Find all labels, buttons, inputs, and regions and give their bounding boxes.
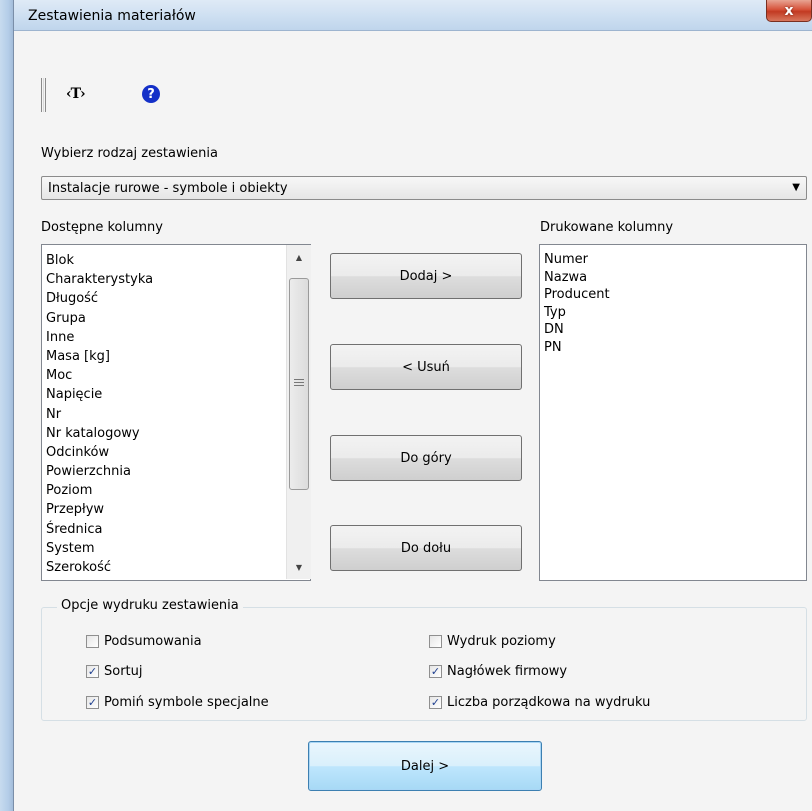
printed-column-item[interactable]: DN [544, 321, 806, 339]
checkbox-icon[interactable]: ✓ [429, 696, 442, 709]
checkbox-icon[interactable]: ✓ [86, 665, 99, 678]
available-column-item[interactable]: Powierzchnia [46, 462, 310, 481]
available-column-item[interactable]: Blok [46, 251, 310, 270]
checkbox-icon[interactable]: ✓ [429, 665, 442, 678]
add-column-button[interactable]: Dodaj > [330, 253, 522, 299]
close-icon: x [784, 2, 794, 19]
help-icon[interactable]: ? [142, 85, 160, 103]
option-row-numbers[interactable]: ✓ Liczba porządkowa na wydruku [429, 695, 650, 710]
printed-column-item[interactable]: Typ [544, 304, 806, 322]
window-frame-left [0, 0, 14, 811]
available-column-item[interactable]: System [46, 539, 310, 558]
option-skip-special-symbols[interactable]: ✓ Pomiń symbole specjalne [86, 695, 269, 710]
available-column-item[interactable]: Grupa [46, 309, 310, 328]
thumb-grip-line [294, 382, 304, 383]
next-button[interactable]: Dalej > [308, 741, 542, 791]
available-column-item[interactable]: Masa [kg] [46, 347, 310, 366]
available-list-scrollbar[interactable]: ▲ ▼ [286, 245, 311, 579]
available-column-item[interactable]: Nr [46, 405, 310, 424]
checkbox-icon[interactable] [429, 635, 442, 648]
move-up-button[interactable]: Do góry [330, 435, 522, 481]
option-label: Wydruk poziomy [447, 634, 556, 649]
option-label: Liczba porządkowa na wydruku [447, 695, 651, 710]
window-title: Zestawienia materiałów [28, 8, 196, 24]
checkbox-icon[interactable] [86, 635, 99, 648]
printed-columns-label: Drukowane kolumny [540, 220, 674, 235]
move-down-button[interactable]: Do dołu [330, 525, 522, 571]
available-column-item[interactable]: Napięcie [46, 385, 310, 404]
option-landscape-print[interactable]: Wydruk poziomy [429, 634, 556, 649]
report-type-value: Instalacje rurowe - symbole i obiekty [48, 181, 288, 196]
available-column-item[interactable]: Odcinków [46, 443, 310, 462]
available-column-item[interactable]: Inne [46, 328, 310, 347]
available-column-item[interactable]: Moc [46, 366, 310, 385]
available-column-item[interactable]: Charakterystyka [46, 270, 310, 289]
option-label: Podsumowania [104, 634, 202, 649]
text-tag-button[interactable]: ‹T› [66, 86, 86, 102]
chevron-down-icon[interactable]: ▼ [792, 182, 800, 193]
available-columns-list[interactable]: Blok Charakterystyka Długość Grupa Inne Masa … [41, 244, 311, 581]
option-sort[interactable]: ✓ Sortuj [86, 664, 143, 679]
available-column-item[interactable]: Długość [46, 289, 310, 308]
available-column-item[interactable]: Nr katalogowy [46, 424, 310, 443]
printed-column-item[interactable]: Numer [544, 251, 806, 269]
scroll-down-arrow-icon[interactable]: ▼ [287, 559, 311, 575]
available-columns-label: Dostępne kolumny [41, 220, 163, 235]
printed-columns-list[interactable]: Numer Nazwa Producent Typ DN PN [539, 244, 807, 581]
scroll-thumb[interactable] [289, 278, 309, 490]
available-column-item[interactable]: Przepływ [46, 500, 310, 519]
option-summaries[interactable]: Podsumowania [86, 634, 202, 649]
close-button[interactable]: x [766, 0, 812, 22]
report-type-select[interactable]: Instalacje rurowe - symbole i obiekty ▼ [41, 176, 807, 200]
available-column-item[interactable]: Szerokość [46, 558, 310, 577]
option-company-header[interactable]: ✓ Nagłówek firmowy [429, 664, 567, 679]
printed-column-item[interactable]: Nazwa [544, 269, 806, 287]
option-label: Sortuj [104, 664, 143, 679]
option-label: Nagłówek firmowy [447, 664, 568, 679]
printed-column-item[interactable]: Producent [544, 286, 806, 304]
scroll-up-arrow-icon[interactable]: ▲ [287, 249, 311, 265]
toolbar-grip-highlight [43, 78, 44, 112]
printed-column-item[interactable]: PN [544, 339, 806, 357]
report-type-label: Wybierz rodzaj zestawienia [41, 146, 218, 161]
available-column-item[interactable]: Średnica [46, 520, 310, 539]
option-label: Pomiń symbole specjalne [104, 695, 269, 710]
available-column-item[interactable]: Poziom [46, 481, 310, 500]
print-options-legend: Opcje wydruku zestawienia [57, 598, 243, 613]
remove-column-button[interactable]: < Usuń [330, 344, 522, 390]
checkbox-icon[interactable]: ✓ [86, 696, 99, 709]
